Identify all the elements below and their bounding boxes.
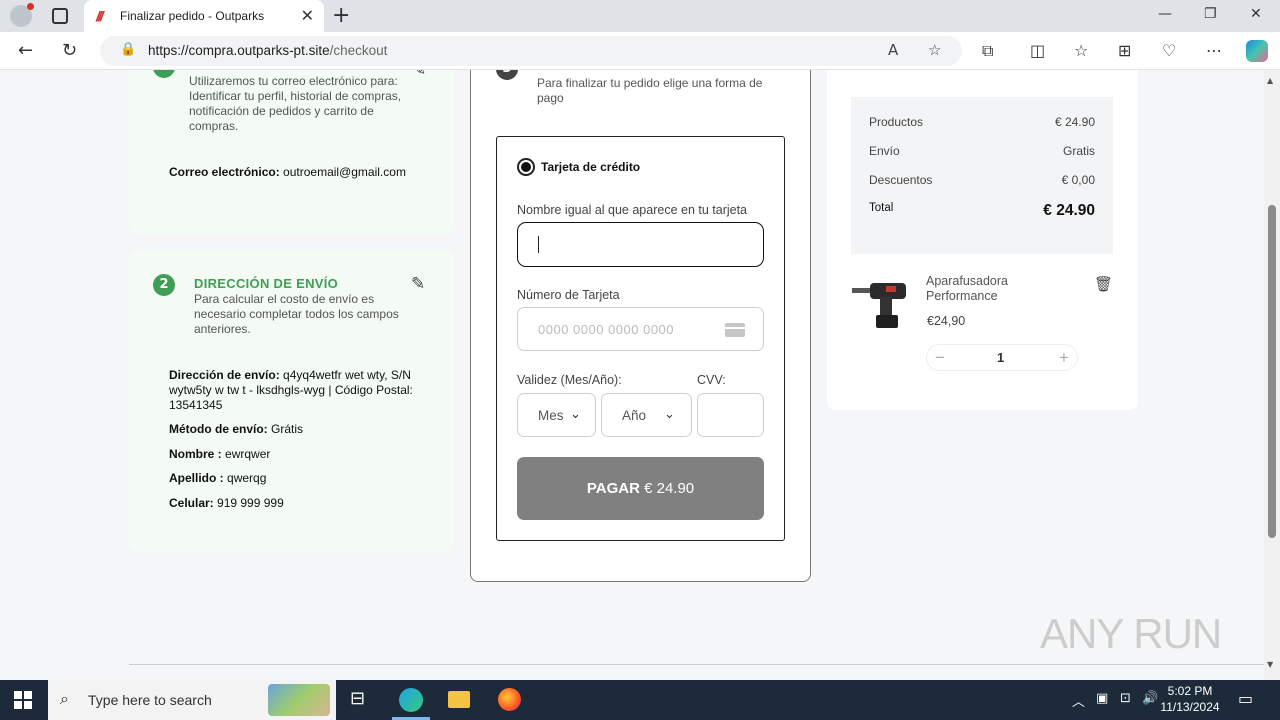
month-value: Mes (538, 408, 564, 423)
chevron-down-icon: ⌄ (664, 406, 675, 421)
summary-total-value: € 24.90 (1043, 202, 1095, 219)
tab-title: Finalizar pedido - Outparks (120, 9, 265, 23)
browser-tab-active[interactable]: /// Finalizar pedido - Outparks ✕ (84, 0, 324, 32)
address-bar[interactable]: 🔒 https://compra.outparks-pt.site/checko… (100, 36, 962, 66)
back-icon[interactable]: ← (18, 40, 33, 61)
edit-icon[interactable]: ✎ (411, 274, 425, 294)
shipping-address: Dirección de envío: q4yq4wetfr wet wty, … (169, 368, 413, 412)
tabs-icon[interactable] (52, 8, 68, 24)
scrollbar-thumb[interactable] (1268, 205, 1276, 538)
shipping-description: Para calcular el costo de envío es neces… (194, 292, 399, 336)
plus-icon[interactable]: + (1059, 348, 1069, 368)
profile-icon[interactable] (10, 3, 34, 27)
minimize-icon[interactable]: — (1158, 6, 1172, 22)
taskbar-search-placeholder: Type here to search (88, 692, 212, 708)
product-name: Aparafusadora Performance (926, 274, 1009, 303)
anyrun-watermark: ANY RUN (1040, 610, 1222, 657)
email-description: Utilizaremos tu correo electrónico para:… (189, 74, 402, 133)
performance-icon[interactable]: ♡ (1162, 41, 1176, 60)
cvv-label: CVV: (697, 373, 726, 387)
shipping-surname: Apellido : qwerqg (169, 471, 267, 485)
quantity-value: 1 (997, 350, 1005, 365)
plus-icon[interactable]: + (332, 3, 350, 28)
scroll-up-icon[interactable]: ▲ (1267, 76, 1273, 85)
credit-card-icon (725, 323, 745, 337)
collections-icon[interactable]: ⊞ (1118, 41, 1131, 60)
summary-shipping-value: Gratis (1062, 144, 1095, 158)
search-highlight-image (268, 684, 330, 716)
card-number-placeholder: 0000 0000 0000 0000 (538, 322, 675, 337)
taskbar-clock[interactable]: 5:02 PM 11/13/2024 (1160, 683, 1220, 715)
year-select[interactable]: Año ⌄ (601, 393, 692, 437)
shipping-name: Nombre : ewrqwer (169, 447, 271, 461)
refresh-icon[interactable]: ↻ (62, 40, 77, 61)
chevron-up-icon[interactable]: ︿ (1072, 691, 1085, 710)
edit-icon[interactable]: ✎ (412, 70, 426, 80)
outparks-favicon-icon: /// (96, 8, 104, 24)
firefox-icon[interactable] (498, 688, 521, 711)
device-icon[interactable]: ▣ (1096, 691, 1108, 706)
file-explorer-icon[interactable] (448, 691, 470, 708)
close-icon[interactable]: ✕ (301, 6, 314, 25)
shipping-phone: Celular: 919 999 999 (169, 496, 284, 510)
read-aloud-icon[interactable]: A (888, 41, 898, 59)
pay-button[interactable]: PAGAR € 24.90 (517, 457, 764, 520)
window-close-icon[interactable]: ✕ (1250, 6, 1262, 22)
volume-icon[interactable]: 🔊 (1142, 691, 1158, 706)
extensions-icon[interactable]: ⧉ (982, 41, 993, 61)
windows-start-icon[interactable] (14, 691, 32, 709)
maximize-icon[interactable]: ❐ (1204, 6, 1217, 22)
footer-divider (129, 664, 1264, 665)
text-caret (538, 236, 539, 253)
search-icon: ⌕ (60, 689, 69, 708)
summary-discounts-label: Descuentos (869, 173, 933, 187)
clock-date: 11/13/2024 (1160, 700, 1220, 714)
lock-icon[interactable]: 🔒 (120, 42, 136, 57)
network-icon[interactable]: ⊡ (1120, 691, 1131, 706)
notification-icon[interactable]: ▭ (1238, 689, 1253, 708)
more-icon[interactable]: ⋯ (1206, 41, 1222, 60)
summary-products-value: € 24.90 (1054, 115, 1095, 129)
address-toolbar: ← ↻ 🔒 https://compra.outparks-pt.site/ch… (0, 32, 1280, 70)
windows-taskbar: ⌕ Type here to search ⊟ ︿ ▣ ⊡ 🔊 5:02 PM … (0, 680, 1280, 720)
shipping-method: Método de envío: Grátis (169, 422, 304, 436)
credit-card-radio[interactable] (517, 158, 535, 176)
card-number-input[interactable]: 0000 0000 0000 0000 (517, 307, 764, 351)
page-scrollbar[interactable]: ▲ ▼ (1264, 70, 1280, 680)
scroll-down-icon[interactable]: ▼ (1267, 660, 1273, 669)
minus-icon[interactable]: − (935, 348, 945, 368)
taskbar-search[interactable]: ⌕ Type here to search (48, 680, 336, 720)
task-view-icon[interactable]: ⊟ (350, 688, 365, 709)
quantity-stepper: − 1 + (926, 344, 1078, 371)
payment-description: Para finalizar tu pedido elige una forma… (537, 76, 763, 105)
split-screen-icon[interactable]: ◫ (1030, 41, 1045, 60)
copilot-icon[interactable] (1246, 40, 1268, 62)
chevron-down-icon: ⌄ (570, 406, 581, 421)
browser-tab-bar: /// Finalizar pedido - Outparks ✕ + — ❐ … (0, 0, 1280, 32)
card-number-label: Número de Tarjeta (517, 288, 620, 302)
cvv-input[interactable] (697, 393, 764, 437)
star-icon[interactable]: ☆ (928, 41, 941, 59)
card-name-input[interactable] (517, 222, 764, 267)
shipping-title: DIRECCIÓN DE ENVÍO (194, 276, 339, 291)
year-value: Año (622, 408, 647, 423)
favorites-icon[interactable]: ☆ (1074, 41, 1088, 60)
step-2-circle: 2 (153, 274, 175, 296)
url-text: https://compra.outparks-pt.site/checkout (148, 43, 388, 58)
trash-icon[interactable]: 🗑 (1094, 275, 1113, 293)
credit-card-option-label: Tarjeta de crédito (541, 160, 641, 174)
clock-time: 5:02 PM (1167, 684, 1213, 698)
summary-products-label: Productos (869, 115, 924, 129)
product-image (852, 283, 906, 328)
edge-icon[interactable] (399, 688, 423, 712)
summary-shipping-label: Envío (869, 144, 900, 158)
month-select[interactable]: Mes ⌄ (517, 393, 596, 437)
checkout-page: 1 ✎ Utilizaremos tu correo electrónico p… (0, 70, 1264, 680)
card-name-label: Nombre igual al que aparece en tu tarjet… (517, 203, 748, 217)
product-price: €24,90 (927, 314, 966, 328)
summary-total-label: Total (869, 202, 894, 214)
summary-discounts-value: € 0,00 (1061, 173, 1095, 187)
validity-label: Validez (Mes/Año): (517, 373, 622, 387)
email-info: Correo electrónico: outroemail@gmail.com (169, 165, 406, 179)
